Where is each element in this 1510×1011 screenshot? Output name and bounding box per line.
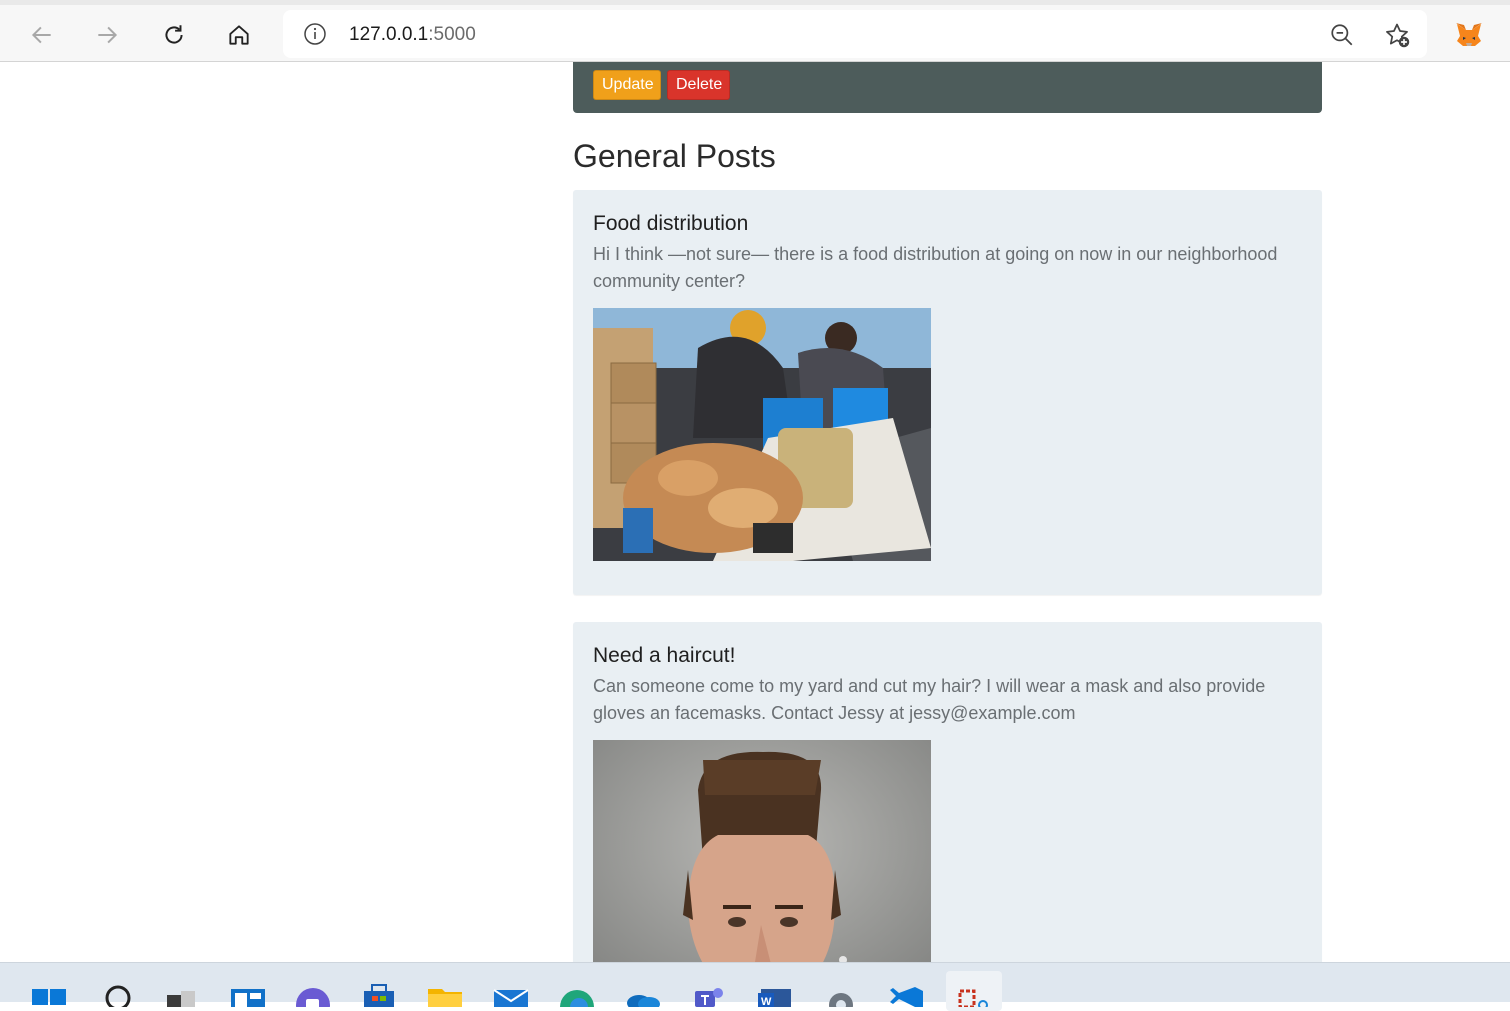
refresh-icon <box>165 25 183 44</box>
onedrive-icon[interactable] <box>625 981 661 1007</box>
food-distribution-photo <box>593 308 931 561</box>
post-body: Hi I think —not sure— there is a food di… <box>593 244 1278 291</box>
widgets-icon[interactable] <box>230 981 266 1007</box>
vscode-icon[interactable] <box>889 981 925 1007</box>
refresh-button[interactable] <box>156 17 192 53</box>
mail-icon[interactable] <box>493 981 529 1007</box>
haircut-photo <box>593 740 931 1000</box>
store-icon[interactable] <box>361 981 397 1007</box>
teams-icon[interactable] <box>691 981 727 1007</box>
windows-taskbar: W <box>0 962 1510 1011</box>
update-button[interactable]: Update <box>593 70 661 100</box>
file-explorer-icon[interactable] <box>427 981 463 1007</box>
web-page: Update Delete General Posts Food distrib… <box>0 62 1510 1000</box>
metamask-fox-icon[interactable] <box>1454 21 1484 49</box>
home-button[interactable] <box>221 17 257 53</box>
forward-arrow-icon <box>98 26 118 44</box>
teams-chat-icon[interactable] <box>295 981 331 1007</box>
settings-icon[interactable] <box>823 981 859 1007</box>
post-title: Need a haircut! <box>593 644 736 667</box>
add-favorite-icon[interactable] <box>1383 21 1411 49</box>
word-icon[interactable]: W <box>757 981 793 1007</box>
post-card: Food distribution Hi I think —not sure— … <box>573 190 1322 595</box>
address-bar[interactable]: 127.0.0.1:5000 <box>283 10 1427 58</box>
task-view-icon[interactable] <box>163 981 199 1007</box>
home-icon <box>229 25 249 45</box>
zoom-out-icon[interactable] <box>1329 22 1355 48</box>
post-title: Food distribution <box>593 212 749 235</box>
back-arrow-icon <box>31 26 51 44</box>
post-card: Need a haircut! Can someone come to my y… <box>573 622 1322 1000</box>
post-body: Can someone come to my yard and cut my h… <box>593 676 1266 723</box>
snipping-tool-icon[interactable] <box>955 981 991 1007</box>
start-icon[interactable] <box>31 981 67 1007</box>
browser-toolbar: 127.0.0.1:5000 <box>0 0 1510 62</box>
url-host: 127.0.0.1 <box>349 24 429 45</box>
edge-icon[interactable] <box>559 981 595 1007</box>
address-url[interactable]: 127.0.0.1:5000 <box>349 24 476 46</box>
delete-button[interactable]: Delete <box>667 70 730 100</box>
section-title: General Posts <box>573 138 776 174</box>
forward-button[interactable] <box>89 17 125 53</box>
back-button[interactable] <box>24 17 60 53</box>
site-info-icon[interactable] <box>303 22 327 46</box>
url-port: :5000 <box>428 24 476 45</box>
post-admin-bar: Update Delete <box>573 62 1322 113</box>
search-icon[interactable] <box>101 981 137 1007</box>
